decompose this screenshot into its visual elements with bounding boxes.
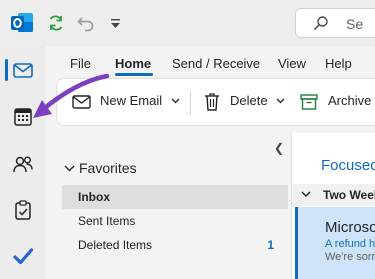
active-indicator: [5, 59, 8, 81]
message-preview: We're sorr: [325, 251, 375, 263]
folder-pane: ❮ Favorites Inbox Sent Items Deleted Ite…: [56, 133, 290, 279]
date-group-header[interactable]: Two Week: [292, 184, 375, 206]
folder-deleted-items[interactable]: Deleted Items 1: [62, 233, 288, 257]
customize-dropdown-icon[interactable]: [106, 13, 126, 33]
folder-inbox[interactable]: Inbox: [62, 185, 288, 209]
favorites-header[interactable]: Favorites: [79, 160, 137, 176]
nav-tasks[interactable]: [0, 189, 46, 229]
search-icon: [313, 16, 328, 31]
group-header-label: Two Week: [323, 188, 375, 202]
message-list: Focused Two Week Microso A refund h We'r…: [291, 133, 375, 279]
tab-file[interactable]: File: [70, 56, 91, 71]
archive-button[interactable]: Archive: [328, 93, 371, 108]
message-sender: Microso: [325, 219, 375, 236]
delete-icon: [205, 93, 219, 111]
tab-home[interactable]: Home: [115, 56, 151, 71]
folder-label: Deleted Items: [78, 238, 153, 252]
checkmark-icon: [13, 248, 34, 265]
tab-send-receive[interactable]: Send / Receive: [172, 56, 260, 71]
folder-label: Inbox: [78, 190, 110, 204]
title-bar: Se: [0, 0, 375, 46]
annotation-arrow-icon: [33, 73, 110, 118]
people-icon: [13, 156, 33, 173]
chevron-down-icon[interactable]: [276, 98, 285, 104]
outlook-icon[interactable]: [10, 12, 34, 34]
search-placeholder: Se: [346, 16, 364, 32]
message-item[interactable]: Microso A refund h We're sorr: [295, 207, 375, 279]
tab-focused[interactable]: Focused: [321, 157, 375, 174]
chevron-down-icon[interactable]: [171, 98, 180, 104]
active-tab-underline: [115, 73, 153, 76]
archive-icon: [300, 94, 318, 110]
search-box[interactable]: Se: [295, 8, 375, 38]
message-subject: A refund h: [325, 238, 375, 250]
undo-icon[interactable]: [76, 13, 96, 33]
sync-icon[interactable]: [46, 13, 66, 33]
nav-people[interactable]: [0, 143, 46, 183]
tab-view[interactable]: View: [278, 56, 306, 71]
ribbon-divider: [190, 91, 191, 115]
folder-sent-items[interactable]: Sent Items: [62, 209, 288, 233]
tasks-icon: [15, 200, 31, 220]
delete-button[interactable]: Delete: [230, 93, 268, 108]
collapse-pane-chevron-icon[interactable]: ❮: [274, 141, 284, 155]
chevron-down-icon: [301, 191, 311, 197]
tab-help[interactable]: Help: [325, 56, 352, 71]
nav-todo[interactable]: [0, 235, 46, 275]
unread-count-badge: 1: [267, 238, 274, 252]
folder-label: Sent Items: [78, 214, 136, 228]
chevron-down-icon[interactable]: [64, 165, 75, 172]
